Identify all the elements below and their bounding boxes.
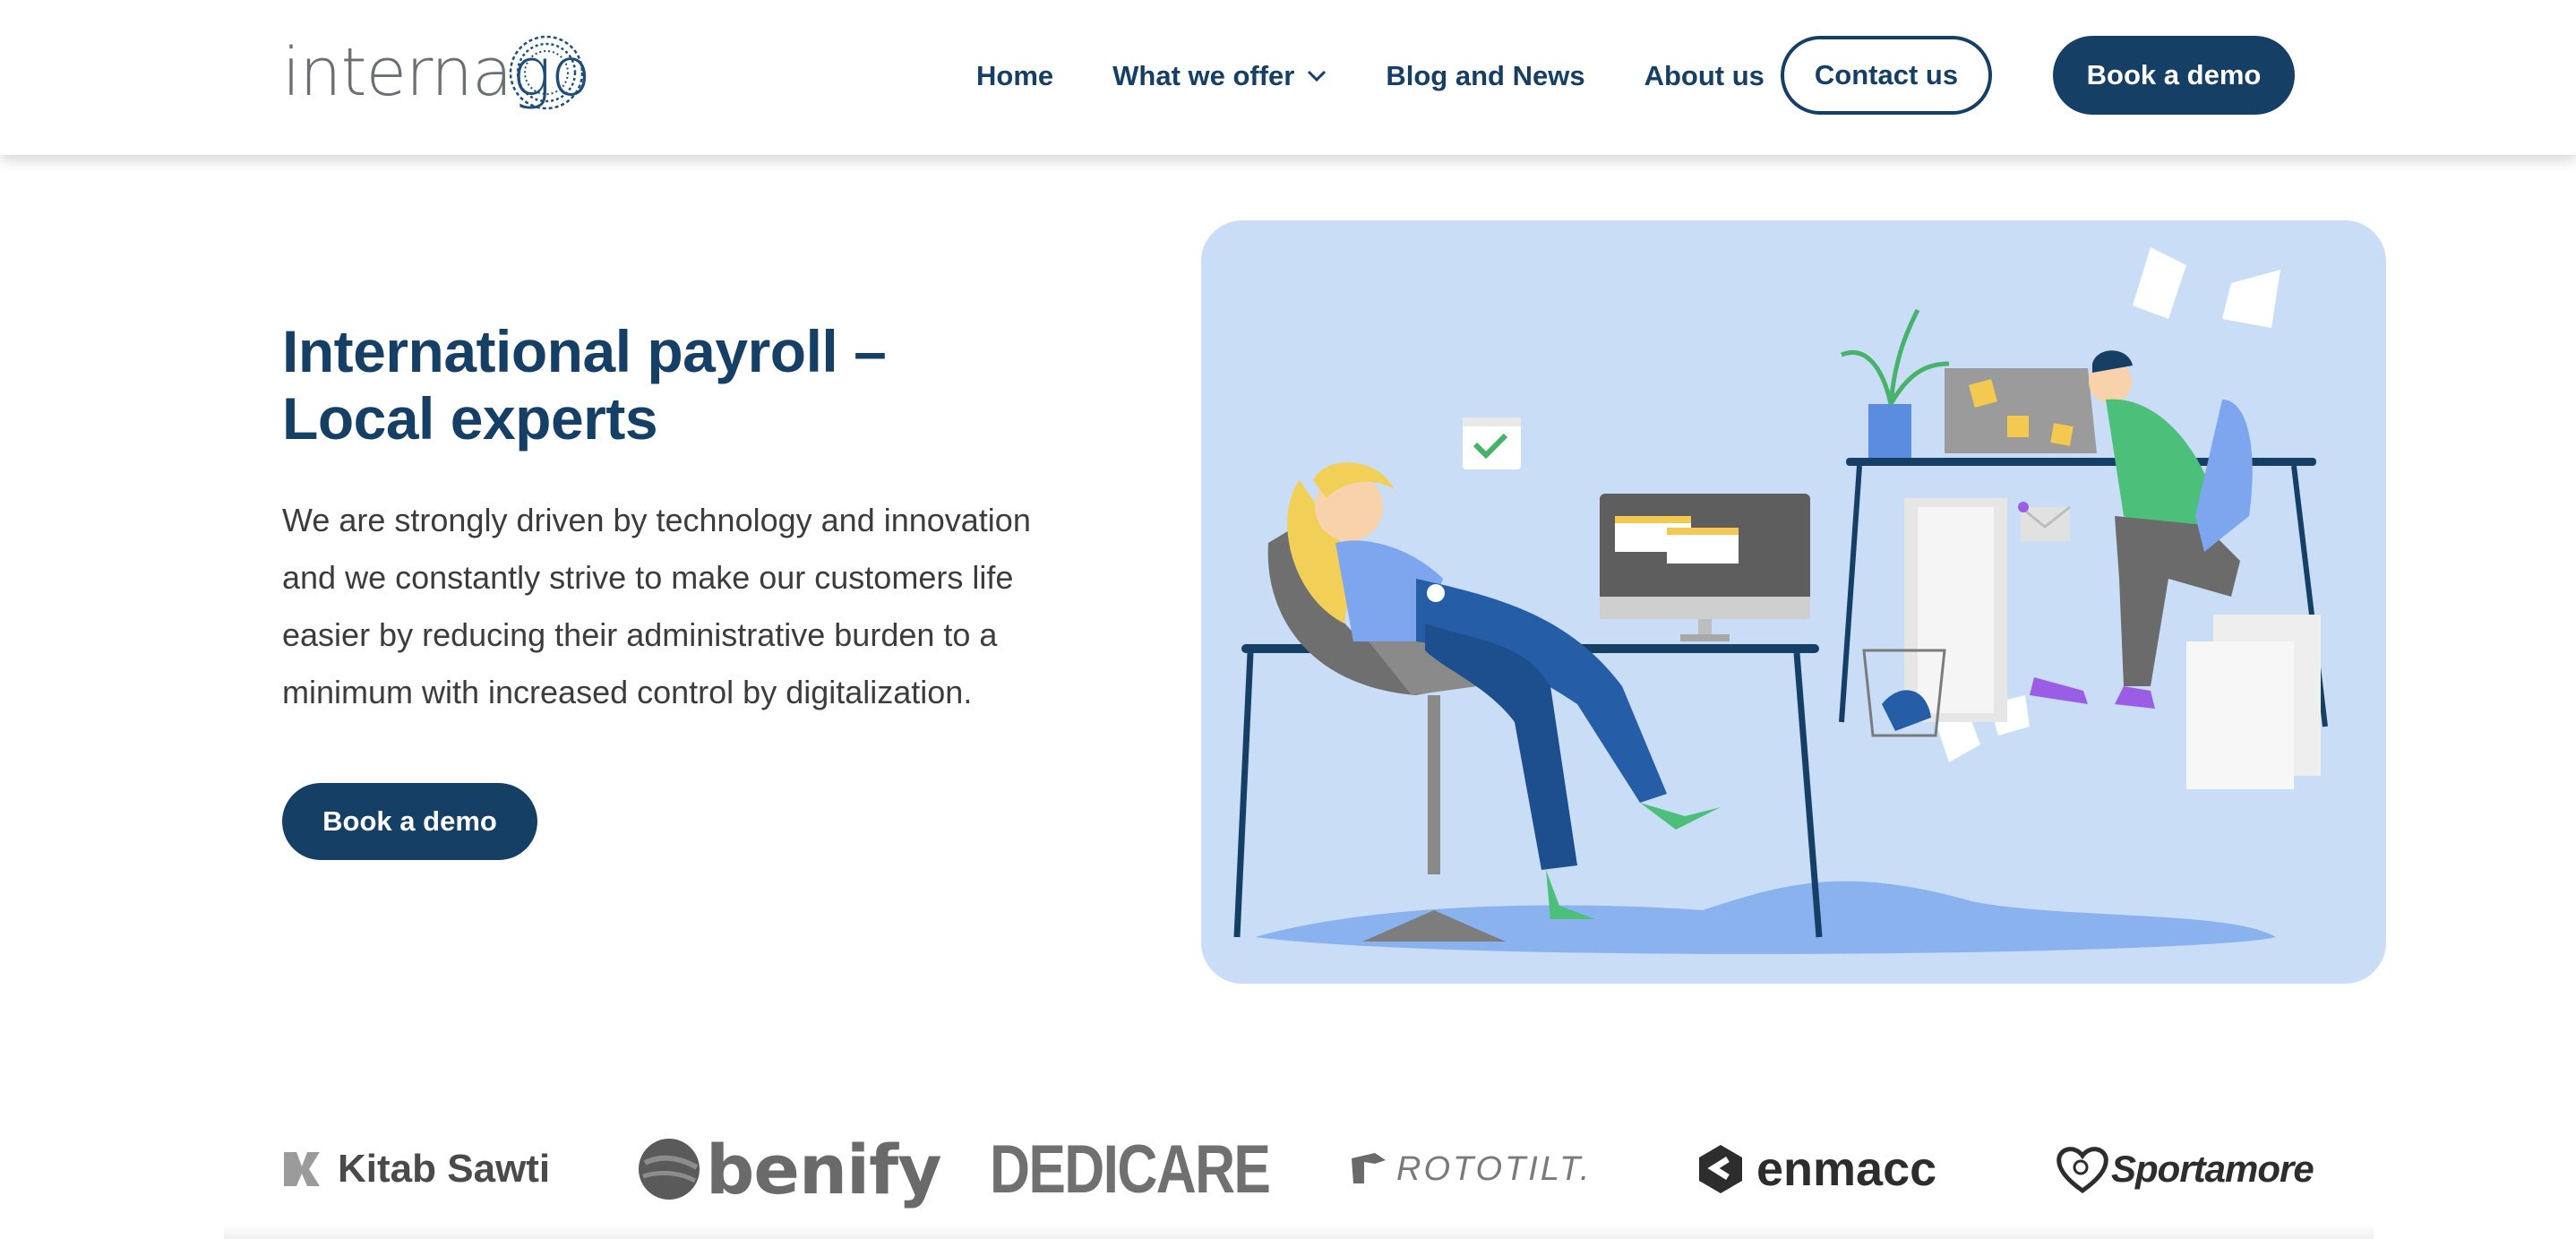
client-name: benify: [706, 1129, 942, 1209]
hero-title-line-2: Local experts: [282, 385, 658, 452]
client-rototilt: ROTOTILT.: [1348, 1124, 1592, 1214]
sportamore-icon: [2057, 1147, 2108, 1194]
internago-logo[interactable]: internago: [282, 32, 591, 113]
nav-label: About us: [1644, 60, 1765, 91]
client-name: ROTOTILT.: [1396, 1149, 1593, 1188]
hero-illustration: [1201, 220, 2386, 984]
contact-us-button[interactable]: Contact us: [1781, 36, 1992, 115]
client-name: DEDICARE: [990, 1131, 1271, 1208]
nav-label: Home: [976, 60, 1054, 91]
hero-title-line-1: International payroll –: [282, 318, 887, 384]
chevron-down-icon: [1308, 70, 1327, 82]
nav-label: Blog and News: [1386, 60, 1585, 91]
client-name: Kitab Sawti: [338, 1147, 551, 1191]
client-benify: benify: [636, 1124, 942, 1214]
hero-description: We are strongly driven by technology and…: [282, 502, 1031, 710]
client-kitab-sawti: Kitab Sawti: [282, 1124, 550, 1214]
nav-blog-and-news[interactable]: Blog and News: [1386, 60, 1584, 92]
hero-title: International payroll – Local experts: [282, 318, 963, 452]
logo-swirl-icon: [509, 35, 584, 110]
site-header: internago Home What we offer Blog and Ne…: [0, 0, 2576, 155]
section-divider-shadow: [224, 1224, 2374, 1239]
client-dedicare: DEDICARE: [990, 1124, 1331, 1214]
client-enmacc: enmacc: [1697, 1124, 1936, 1214]
rototilt-icon: [1352, 1153, 1386, 1183]
hero-book-demo-button[interactable]: Book a demo: [282, 783, 537, 860]
client-name: enmacc: [1756, 1142, 1937, 1196]
enmacc-icon: [1699, 1145, 1742, 1193]
client-logos: Kitab Sawti benify DEDICARE ROTOTILT. en…: [282, 1124, 2314, 1214]
client-name: Sportamore: [2111, 1148, 2314, 1190]
main-nav: Home What we offer Blog and News About u…: [976, 36, 1824, 116]
office-workers-illustration: [1233, 247, 2328, 954]
nav-home[interactable]: Home: [976, 60, 1053, 92]
nav-what-we-offer[interactable]: What we offer: [1112, 60, 1327, 92]
client-sportamore: Sportamore: [2056, 1124, 2314, 1214]
nav-about-us[interactable]: About us: [1644, 60, 1765, 92]
nav-label: What we offer: [1112, 60, 1295, 91]
kitab-sawti-icon: [284, 1152, 320, 1186]
benify-icon: [639, 1139, 700, 1200]
header-book-demo-button[interactable]: Book a demo: [2053, 36, 2295, 115]
